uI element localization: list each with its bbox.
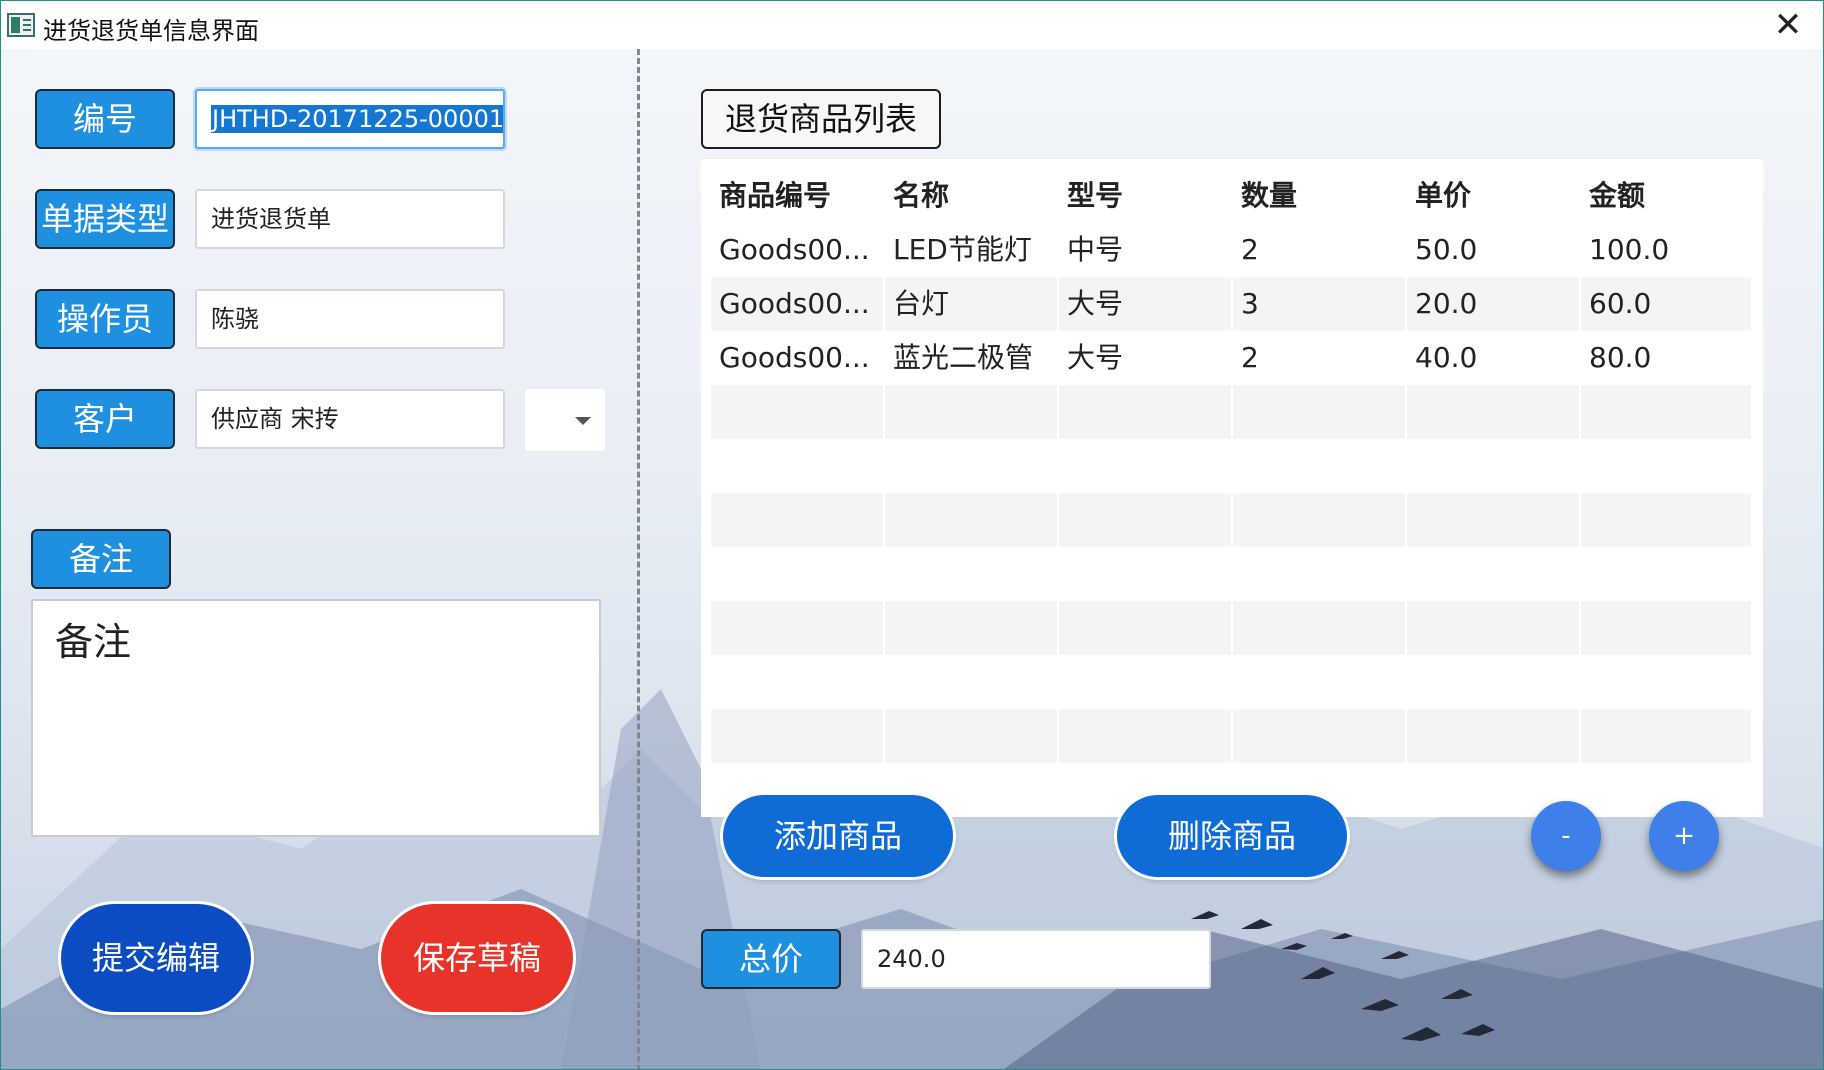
empty-cell xyxy=(885,709,1059,763)
empty-cell xyxy=(1233,385,1407,439)
client-area: 编号 JHTHD-20171225-00001 单据类型 进货退货单 操作员 陈… xyxy=(1,49,1823,1069)
empty-cell xyxy=(1407,601,1581,655)
plus-button[interactable]: + xyxy=(1649,801,1719,871)
empty-cell xyxy=(1059,385,1233,439)
table-row[interactable]: Goods00... 蓝光二极管 大号 2 40.0 80.0 xyxy=(711,331,1753,385)
type-label: 单据类型 xyxy=(35,189,175,249)
operator-field[interactable]: 陈骁 xyxy=(195,289,505,349)
empty-cell xyxy=(1233,709,1407,763)
column-header[interactable]: 数量 xyxy=(1233,169,1407,223)
table-cell: 大号 xyxy=(1059,277,1233,331)
id-field[interactable]: JHTHD-20171225-00001 xyxy=(195,89,505,149)
submit-button[interactable]: 提交编辑 xyxy=(61,904,251,1012)
empty-cell xyxy=(1581,385,1753,439)
empty-cell xyxy=(711,709,885,763)
empty-cell xyxy=(1581,601,1753,655)
empty-cell xyxy=(1407,493,1581,547)
title-bar: 进货退货单信息界面 ✕ xyxy=(1,1,1823,49)
empty-row xyxy=(711,385,1753,439)
save-draft-button[interactable]: 保存草稿 xyxy=(381,904,573,1012)
table-row[interactable]: Goods00... 台灯 大号 3 20.0 60.0 xyxy=(711,277,1753,331)
empty-row xyxy=(711,709,1753,763)
table-cell: 40.0 xyxy=(1407,331,1581,385)
empty-cell xyxy=(1407,709,1581,763)
id-value: JHTHD-20171225-00001 xyxy=(211,105,505,133)
add-goods-button[interactable]: 添加商品 xyxy=(723,795,953,877)
customer-dropdown[interactable] xyxy=(525,389,605,451)
notes-label: 备注 xyxy=(31,529,171,589)
app-window: 进货退货单信息界面 ✕ 编号 JHTHD-20171225-00001 单据类型… xyxy=(0,0,1824,1070)
chevron-down-icon xyxy=(575,417,591,425)
empty-cell xyxy=(711,601,885,655)
empty-cell xyxy=(1059,493,1233,547)
section-divider xyxy=(637,49,640,1069)
empty-cell xyxy=(1581,709,1753,763)
table-cell: 100.0 xyxy=(1581,223,1753,277)
empty-cell xyxy=(885,493,1059,547)
delete-goods-button[interactable]: 删除商品 xyxy=(1117,795,1347,877)
empty-cell xyxy=(1059,601,1233,655)
goods-section-title: 退货商品列表 xyxy=(701,89,941,149)
table-cell: Goods00... xyxy=(711,277,885,331)
customer-label: 客户 xyxy=(35,389,175,449)
id-label: 编号 xyxy=(35,89,175,149)
table-cell: 50.0 xyxy=(1407,223,1581,277)
empty-cell xyxy=(1581,493,1753,547)
app-icon xyxy=(7,13,35,37)
customer-field[interactable]: 供应商 宋抟 xyxy=(195,389,505,449)
table-cell: 蓝光二极管 xyxy=(885,331,1059,385)
empty-cell xyxy=(885,385,1059,439)
minus-button[interactable]: - xyxy=(1531,801,1601,871)
table-cell: 2 xyxy=(1233,223,1407,277)
goods-table: 商品编号 名称 型号 数量 单价 金额 Goods00... LED节能灯 中号… xyxy=(701,159,1763,817)
close-button[interactable]: ✕ xyxy=(1765,5,1811,45)
empty-row xyxy=(711,601,1753,655)
empty-cell xyxy=(885,601,1059,655)
empty-cell xyxy=(1407,385,1581,439)
empty-cell xyxy=(1059,709,1233,763)
notes-textarea[interactable]: 备注 xyxy=(31,599,601,837)
empty-cell xyxy=(711,493,885,547)
window-title: 进货退货单信息界面 xyxy=(43,17,259,45)
column-header[interactable]: 商品编号 xyxy=(711,169,885,223)
table-cell: LED节能灯 xyxy=(885,223,1059,277)
total-label: 总价 xyxy=(701,929,841,989)
table-row[interactable]: Goods00... LED节能灯 中号 2 50.0 100.0 xyxy=(711,223,1753,277)
table-cell: 3 xyxy=(1233,277,1407,331)
table-cell: Goods00... xyxy=(711,331,885,385)
table-cell: 大号 xyxy=(1059,331,1233,385)
table-header: 商品编号 名称 型号 数量 单价 金额 xyxy=(711,169,1753,223)
table-cell: 60.0 xyxy=(1581,277,1753,331)
column-header[interactable]: 金额 xyxy=(1581,169,1753,223)
column-header[interactable]: 名称 xyxy=(885,169,1059,223)
empty-cell xyxy=(1233,601,1407,655)
table-cell: 80.0 xyxy=(1581,331,1753,385)
column-header[interactable]: 型号 xyxy=(1059,169,1233,223)
operator-label: 操作员 xyxy=(35,289,175,349)
table-cell: Goods00... xyxy=(711,223,885,277)
type-field[interactable]: 进货退货单 xyxy=(195,189,505,249)
column-header[interactable]: 单价 xyxy=(1407,169,1581,223)
total-field[interactable]: 240.0 xyxy=(861,929,1211,989)
table-cell: 台灯 xyxy=(885,277,1059,331)
empty-cell xyxy=(1233,493,1407,547)
table-cell: 中号 xyxy=(1059,223,1233,277)
empty-cell xyxy=(711,385,885,439)
table-cell: 2 xyxy=(1233,331,1407,385)
table-cell: 20.0 xyxy=(1407,277,1581,331)
empty-row xyxy=(711,493,1753,547)
